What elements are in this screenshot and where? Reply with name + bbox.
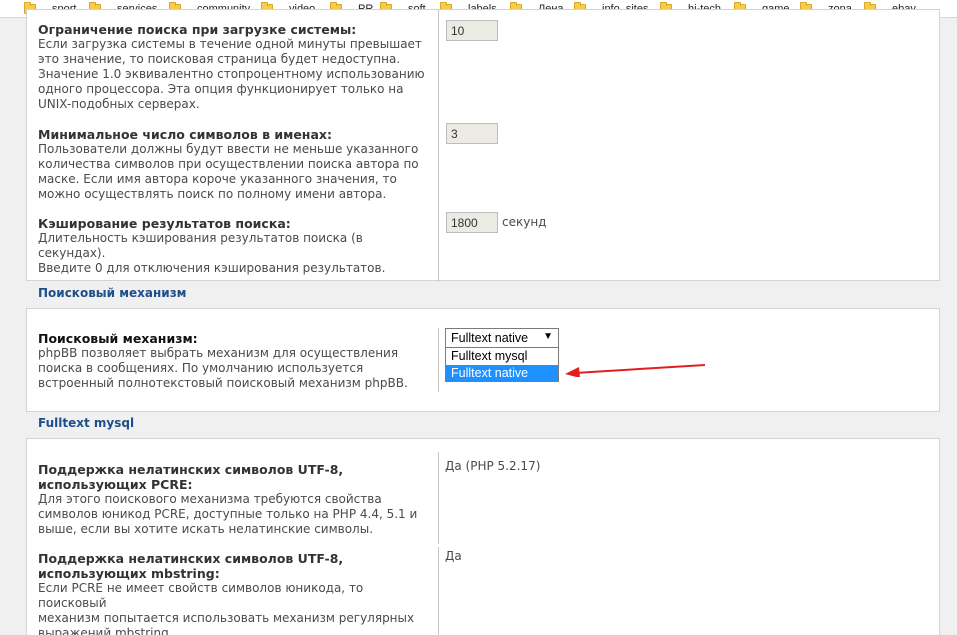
section-title-fulltext-mysql: Fulltext mysql: [38, 416, 135, 430]
setting-description: UNIX-подобных серверах.: [38, 97, 200, 111]
search-backend-select[interactable]: Fulltext native ▼: [445, 328, 559, 348]
setting-description: можно осуществлять поиск по полному имен…: [38, 187, 387, 201]
setting-description: встроенный полнотекстовый поисковый меха…: [38, 376, 408, 390]
setting-title: Поддержка нелатинских символов UTF-8,: [38, 551, 344, 566]
load-limit-input[interactable]: 10: [446, 20, 498, 41]
setting-title: Кэширование результатов поиска:: [38, 216, 291, 231]
bookmark-folder[interactable]: [0, 0, 10, 18]
min-author-chars-input[interactable]: 3: [446, 123, 498, 144]
setting-cache: Кэширование результатов поиска: Длительн…: [38, 216, 433, 276]
setting-description: это значение, то поисковая страница буде…: [38, 52, 401, 66]
setting-description: маске. Если имя автора короче указанного…: [38, 172, 397, 186]
setting-description: Длительность кэширования результатов пои…: [38, 231, 363, 260]
setting-load-limit: Ограничение поиска при загрузке системы:…: [38, 22, 433, 112]
setting-description: Для этого поискового механизма требуются…: [38, 492, 382, 506]
setting-mbstring-support: Поддержка нелатинских символов UTF-8, ис…: [38, 551, 433, 635]
dropdown-option-fulltext-mysql[interactable]: Fulltext mysql: [446, 348, 558, 365]
setting-description: выше, если вы хотите искать нелатинские …: [38, 522, 374, 536]
setting-title: Минимальное число символов в именах:: [38, 127, 332, 142]
setting-description: поиска в сообщениях. По умолчанию исполь…: [38, 361, 364, 375]
pcre-support-value: Да (PHP 5.2.17): [445, 459, 541, 473]
cache-unit-label: секунд: [502, 215, 547, 229]
setting-min-author-chars: Минимальное число символов в именах: Пол…: [38, 127, 433, 202]
dropdown-option-fulltext-native[interactable]: Fulltext native: [446, 365, 558, 382]
fulltext-mysql-panel: Поддержка нелатинских символов UTF-8, ис…: [26, 438, 940, 635]
setting-description: phpBB позволяет выбрать механизм для осу…: [38, 346, 399, 360]
page-content: Ограничение поиска при загрузке системы:…: [0, 9, 957, 635]
annotation-arrow-icon: [565, 364, 706, 377]
setting-description: Если загрузка системы в течение одной ми…: [38, 37, 422, 51]
setting-description: Значение 1.0 эквивалентно стопроцентному…: [38, 67, 425, 81]
setting-title: Ограничение поиска при загрузке системы:: [38, 22, 357, 37]
search-backend-dropdown: Fulltext mysql Fulltext native: [445, 347, 559, 382]
section-title-search-backend: Поисковый механизм: [38, 286, 187, 300]
setting-description: символов юникод PCRE, доступные только н…: [38, 507, 418, 521]
cache-duration-input[interactable]: 1800: [446, 212, 498, 233]
setting-description: Если PCRE не имеет свойств символов юник…: [38, 581, 364, 610]
column-divider: [438, 452, 439, 544]
setting-description: Введите 0 для отключения кэширования рез…: [38, 261, 386, 275]
setting-description: Пользователи должны будут ввести не мень…: [38, 142, 419, 156]
chevron-down-icon: ▼: [543, 331, 553, 342]
setting-description: количества символов при осуществлении по…: [38, 157, 419, 171]
setting-pcre-support: Поддержка нелатинских символов UTF-8, ис…: [38, 462, 433, 537]
setting-title: использующих mbstring:: [38, 566, 220, 581]
column-divider: [438, 328, 439, 392]
select-value: Fulltext native: [451, 331, 529, 345]
setting-search-backend: Поисковый механизм: phpBB позволяет выбр…: [38, 331, 433, 391]
setting-title: Поисковый механизм:: [38, 331, 198, 346]
setting-description: выражений mbstring.: [38, 626, 173, 635]
setting-title: использующих PCRE:: [38, 477, 193, 492]
column-divider: [438, 10, 439, 282]
setting-description: механизм попытается использовать механиз…: [38, 611, 415, 625]
search-backend-panel: Поисковый механизм: phpBB позволяет выбр…: [26, 308, 940, 412]
setting-description: одного процессора. Эта опция функциониру…: [38, 82, 404, 96]
setting-title: Поддержка нелатинских символов UTF-8,: [38, 462, 344, 477]
column-divider: [438, 547, 439, 635]
mbstring-support-value: Да: [445, 549, 462, 563]
search-settings-panel: Ограничение поиска при загрузке системы:…: [26, 9, 940, 282]
